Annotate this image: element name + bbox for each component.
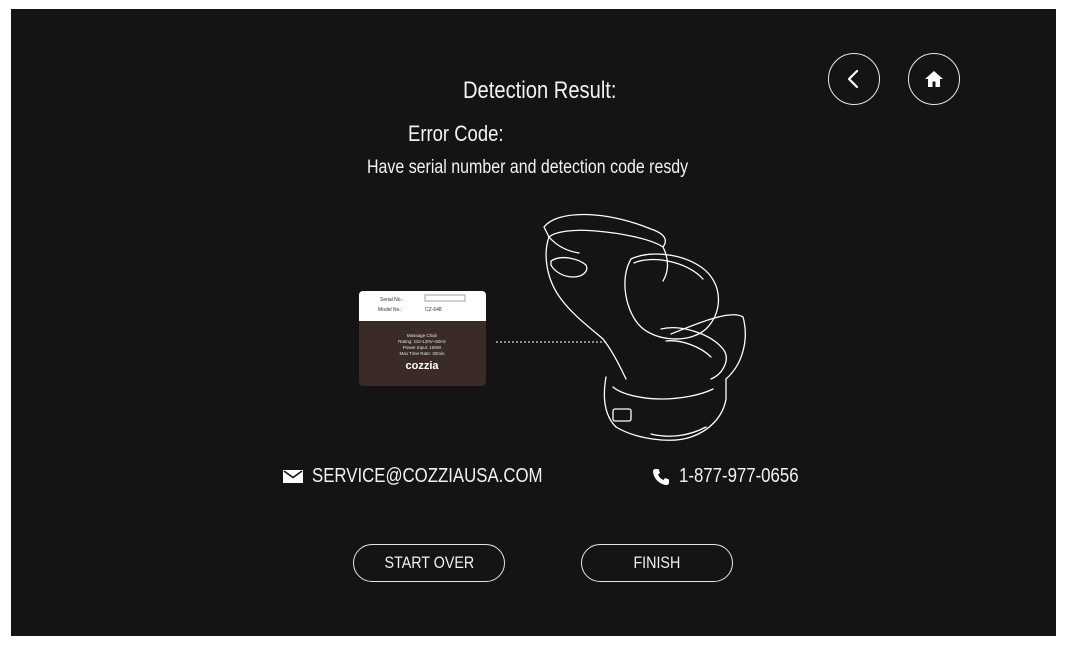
instruction-text: Have serial number and detection code re…	[367, 157, 689, 178]
phone-contact: 1-877-977-0656	[652, 465, 821, 488]
model-number-value: CZ-648	[425, 307, 442, 313]
finish-label: FINISH	[633, 553, 681, 572]
model-number-label: Model No.:	[378, 307, 402, 313]
phone-icon	[653, 468, 669, 485]
brand-logo: cozzia	[405, 360, 439, 372]
serial-label-card: Serial No.: Model No.: CZ-648 Massage Ch…	[359, 291, 486, 386]
start-over-button[interactable]: START OVER	[353, 544, 505, 582]
page-title: Detection Result:	[463, 77, 617, 104]
email-contact: SERVICE@COZZIAUSA.COM	[283, 465, 586, 488]
product-name: Massage Chair	[407, 333, 438, 338]
start-over-label: START OVER	[384, 553, 474, 572]
chevron-left-icon	[847, 69, 859, 89]
rating-text: Rating: 110-120V~60Hz	[398, 339, 447, 344]
email-address: SERVICE@COZZIAUSA.COM	[312, 465, 543, 487]
error-code-label: Error Code:	[408, 121, 504, 146]
home-button[interactable]	[908, 53, 960, 105]
chair-label-illustration: Serial No.: Model No.: CZ-648 Massage Ch…	[359, 213, 746, 441]
back-button[interactable]	[828, 53, 880, 105]
massage-chair-outline	[543, 213, 746, 441]
finish-button[interactable]: FINISH	[581, 544, 733, 582]
power-text: Power Input: 165W	[403, 345, 442, 350]
phone-number: 1-877-977-0656	[679, 465, 799, 487]
serial-number-label: Serial No.:	[380, 297, 403, 303]
envelope-icon	[283, 470, 303, 483]
detection-result-screen: Detection Result: Error Code: Have seria…	[11, 9, 1056, 636]
home-icon	[925, 71, 943, 87]
max-time-text: Max Time Rate: 30min	[399, 351, 445, 356]
